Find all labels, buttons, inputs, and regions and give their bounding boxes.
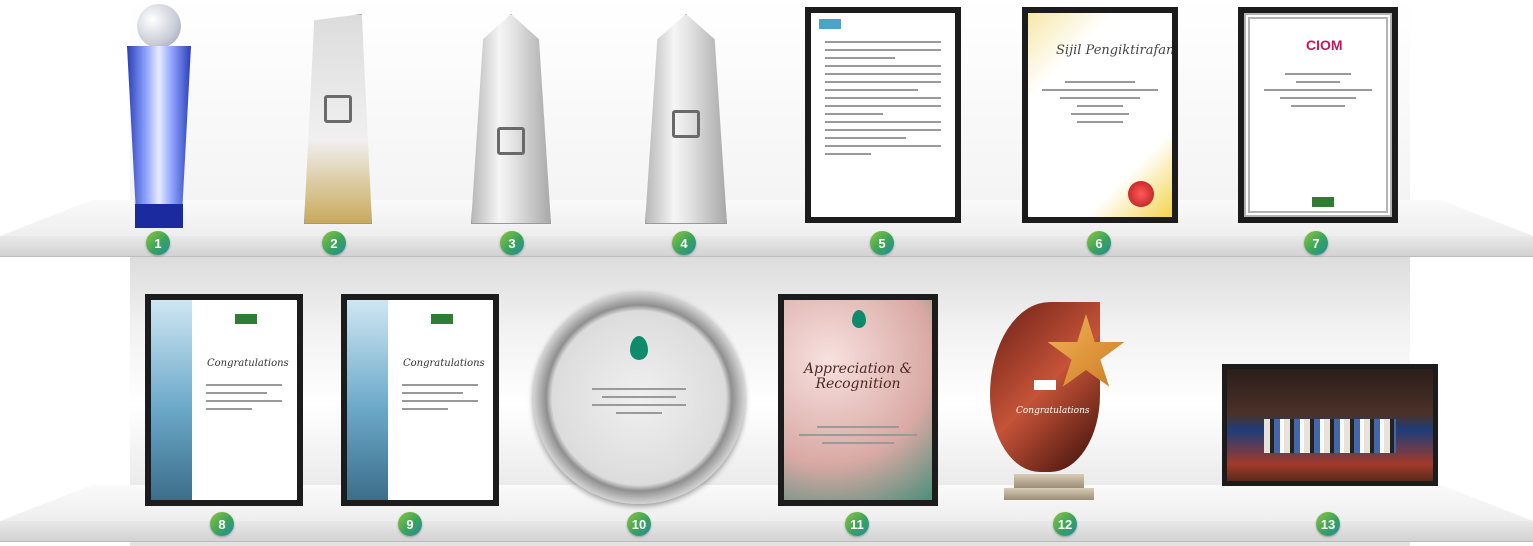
crystal-spike-trophy-2	[645, 14, 727, 224]
commemorative-plate	[533, 292, 745, 504]
framed-certificate: Sijil Pengiktirafan	[1022, 7, 1178, 223]
award-number-badge: 4	[672, 231, 696, 255]
globe-icon	[137, 4, 181, 48]
award-number-badge: 13	[1316, 512, 1340, 536]
award-number-badge: 12	[1053, 512, 1077, 536]
award-number-badge: 5	[870, 231, 894, 255]
framed-award-certificate: CIOM	[1238, 7, 1398, 223]
petronas-logo-icon	[235, 314, 257, 324]
petronas-drop-logo-icon	[630, 336, 648, 360]
trophy-logo-icon	[672, 110, 700, 138]
appreciation-recognition-frame: Appreciation & Recognition	[778, 294, 938, 506]
award-number-badge: 10	[627, 512, 651, 536]
certificate-title: Sijil Pengiktirafan	[1056, 43, 1172, 58]
petronas-logo-icon	[1034, 380, 1056, 390]
oil-rig-image	[347, 300, 388, 500]
globe-trophy	[127, 4, 191, 228]
lower-wall-background	[130, 255, 1410, 505]
letterhead-logo-icon	[819, 19, 841, 29]
certificate-title: Congratulations	[403, 358, 485, 369]
petronas-logo-icon	[431, 314, 453, 324]
certificate-title: CIOM	[1306, 37, 1343, 53]
award-number-badge: 11	[845, 512, 869, 536]
framed-letter	[805, 7, 961, 223]
award-number-badge: 3	[500, 231, 524, 255]
petronas-drop-logo-icon	[852, 310, 866, 328]
crystal-spike-trophy	[471, 14, 551, 224]
award-number-badge: 8	[210, 512, 234, 536]
group-of-people-image	[1264, 419, 1396, 453]
trophy-logo-icon	[324, 95, 352, 123]
sponsor-logo-icon	[1312, 197, 1334, 207]
award-number-badge: 1	[146, 231, 170, 255]
red-seal-icon	[1128, 181, 1154, 207]
award-number-badge: 7	[1304, 231, 1328, 255]
trophy-title: Congratulations	[1016, 406, 1090, 416]
crystal-tower-trophy	[304, 14, 372, 224]
star-flame-trophy: Congratulations	[986, 292, 1126, 510]
award-ceremony-photo	[1222, 364, 1438, 486]
trophy-logo-icon	[497, 127, 525, 155]
framed-congratulations-certificate-2: Congratulations	[341, 294, 499, 506]
framed-congratulations-certificate: Congratulations	[145, 294, 303, 506]
plaque-title: Appreciation & Recognition	[803, 361, 913, 393]
award-number-badge: 2	[322, 231, 346, 255]
oil-rig-image	[151, 300, 192, 500]
certificate-title: Congratulations	[207, 358, 289, 369]
award-number-badge: 6	[1087, 231, 1111, 255]
award-number-badge: 9	[398, 512, 422, 536]
